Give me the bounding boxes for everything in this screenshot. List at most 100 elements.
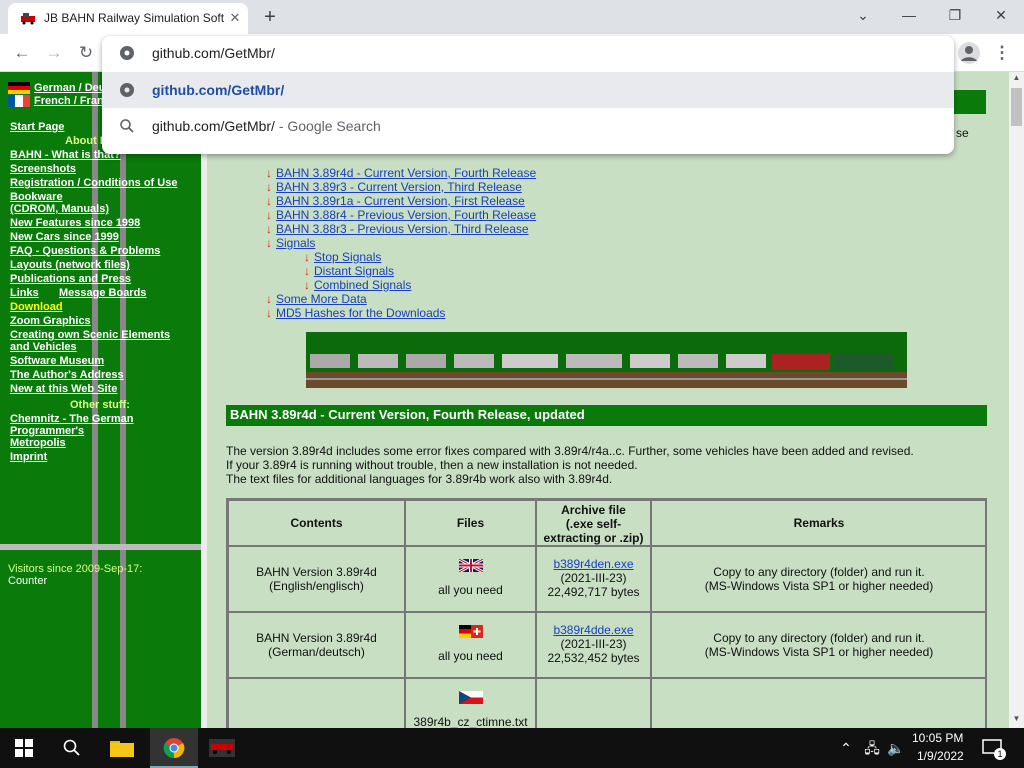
paragraph-line: The text files for additional languages … xyxy=(226,472,613,486)
toc-link[interactable]: ↓ MD5 Hashes for the Downloads xyxy=(266,306,445,320)
column-header-files: Files xyxy=(405,500,536,546)
column-header-remarks: Remarks xyxy=(651,500,987,546)
toc-link[interactable]: ↓ BAHN 3.88r3 - Previous Version, Third R… xyxy=(266,222,529,236)
tab-title: JB BAHN Railway Simulation Software xyxy=(44,11,224,25)
globe-icon xyxy=(120,46,134,60)
volume-icon[interactable]: 🔈 xyxy=(884,728,908,768)
sidebar-item-chemnitz[interactable]: Chemnitz - The German xyxy=(10,413,133,425)
forward-arrow-icon[interactable]: → xyxy=(42,41,66,65)
table-cell-contents xyxy=(228,678,405,728)
show-hidden-icons-chevron-icon[interactable]: ⌃ xyxy=(834,728,858,768)
suggestion-url[interactable]: github.com/GetMbr/ xyxy=(102,72,954,108)
table-cell-archive xyxy=(536,678,651,728)
sidebar-item-screenshots[interactable]: Screenshots xyxy=(10,163,76,175)
reload-icon[interactable]: ↻ xyxy=(74,41,98,65)
paragraph-line: The version 3.89r4d includes some error … xyxy=(226,444,914,458)
table-cell-files: all you need xyxy=(405,612,536,678)
suggestion-url-text: github.com/GetMbr/ xyxy=(152,82,285,98)
sidebar-item-links[interactable]: Links xyxy=(10,287,39,299)
sidebar-item-chemnitz-2[interactable]: Programmer's xyxy=(10,425,84,437)
sidebar-item-start-page[interactable]: Start Page xyxy=(10,121,64,133)
notification-icon[interactable]: 1 xyxy=(976,728,1008,768)
clock-date[interactable]: 1/9/2022 xyxy=(917,749,964,763)
toc-link[interactable]: ↓ Some More Data xyxy=(266,292,367,306)
sidebar-item-scenic-sub[interactable]: and Vehicles xyxy=(10,341,77,353)
sidebar-item-message-boards[interactable]: Message Boards xyxy=(59,287,146,299)
train-banner-image xyxy=(306,332,907,388)
profile-avatar-icon[interactable] xyxy=(958,42,980,64)
bahn-app-icon[interactable] xyxy=(198,728,246,768)
toc-link[interactable]: ↓ BAHN 3.89r4d - Current Version, Fourth … xyxy=(266,166,536,180)
download-link[interactable]: b389r4dde.exe xyxy=(553,623,633,637)
table-cell-remarks: Copy to any directory (folder) and run i… xyxy=(651,546,987,612)
file-explorer-icon[interactable] xyxy=(98,728,146,768)
scrollbar-thumb[interactable] xyxy=(1011,88,1022,126)
minimize-button[interactable]: — xyxy=(886,0,932,30)
partial-text: se xyxy=(956,126,969,140)
new-tab-button[interactable]: + xyxy=(258,6,282,28)
other-heading: Other stuff: xyxy=(70,399,130,411)
sidebar-divider xyxy=(0,544,201,550)
table-cell-archive: b389r4dde.exe (2021-III-23) 22,532,452 by… xyxy=(536,612,651,678)
sidebar-item-bookware[interactable]: Bookware xyxy=(10,191,63,203)
table-cell-contents: BAHN Version 3.89r4d (German/deutsch) xyxy=(228,612,405,678)
train-favicon-icon xyxy=(21,13,35,25)
czech-flag-icon xyxy=(458,691,483,704)
sidebar-item-chemnitz-3[interactable]: Metropolis xyxy=(10,437,66,449)
sidebar-item-registration[interactable]: Registration / Conditions of Use xyxy=(10,177,177,189)
toc-link[interactable]: ↓ BAHN 3.89r3 - Current Version, Third Re… xyxy=(266,180,522,194)
sidebar-item-bookware-sub[interactable]: (CDROM, Manuals) xyxy=(10,203,109,215)
sidebar-item-new-cars[interactable]: New Cars since 1999 xyxy=(10,231,119,243)
tab-close-icon[interactable]: ✕ xyxy=(226,9,244,27)
close-window-button[interactable]: ✕ xyxy=(978,0,1024,30)
toc-link[interactable]: ↓ BAHN 3.89r1a - Current Version, First R… xyxy=(266,194,525,208)
table-cell-remarks xyxy=(651,678,987,728)
toc-sub-link[interactable]: ↓ Combined Signals xyxy=(304,278,411,292)
globe-icon xyxy=(120,83,134,97)
column-header-archive: Archive file (.exe self-extracting or .zi… xyxy=(536,500,651,546)
download-link[interactable]: b389r4den.exe xyxy=(553,557,633,571)
sidebar-item-new[interactable]: New at this Web Site xyxy=(10,383,117,395)
table-cell-files: all you need xyxy=(405,546,536,612)
sidebar-item-zoom[interactable]: Zoom Graphics xyxy=(10,315,91,327)
menu-kebab-icon[interactable]: ⋮ xyxy=(990,41,1014,65)
network-icon[interactable]: 🖧 xyxy=(860,728,884,768)
uk-flag-icon xyxy=(457,557,484,574)
sidebar-item-address[interactable]: The Author's Address xyxy=(10,369,124,381)
sidebar-item-scenic[interactable]: Creating own Scenic Elements xyxy=(10,329,170,341)
scroll-up-icon[interactable]: ▲ xyxy=(1010,73,1023,85)
vertical-scrollbar[interactable] xyxy=(1009,72,1024,728)
column-header-contents: Contents xyxy=(228,500,405,546)
taskbar: ⌃ 🖧 🔈 1 xyxy=(0,728,1024,768)
sidebar-item-layouts[interactable]: Layouts (network files) xyxy=(10,259,130,271)
toc-link[interactable]: ↓ Signals xyxy=(266,236,315,250)
address-bar[interactable] xyxy=(102,36,954,70)
suggestion-search[interactable]: github.com/GetMbr/ - Google Search xyxy=(102,108,954,144)
chrome-icon[interactable] xyxy=(150,728,198,768)
scroll-down-icon[interactable]: ▼ xyxy=(1010,714,1023,726)
clock-time[interactable]: 10:05 PM xyxy=(912,731,963,745)
sidebar-item-download[interactable]: Download xyxy=(10,301,63,313)
browser-tab[interactable]: JB BAHN Railway Simulation Software ✕ xyxy=(8,3,248,34)
back-arrow-icon[interactable]: ← xyxy=(10,41,34,65)
sidebar-item-museum[interactable]: Software Museum xyxy=(10,355,104,367)
downloads-table: Contents Files Archive file (.exe self-ex… xyxy=(226,498,987,728)
toc-link[interactable]: ↓ BAHN 3.88r4 - Previous Version, Fourth … xyxy=(266,208,536,222)
sidebar-item-imprint[interactable]: Imprint xyxy=(10,451,47,463)
suggestion-search-suffix: - Google Search xyxy=(274,118,381,134)
search-icon xyxy=(120,119,134,133)
table-cell-contents: BAHN Version 3.89r4d (English/englisch) xyxy=(228,546,405,612)
toc-sub-link[interactable]: ↓ Stop Signals xyxy=(304,250,381,264)
german-swiss-flag-icon xyxy=(458,625,483,638)
tab-search-icon[interactable]: ⌄ xyxy=(840,0,886,30)
maximize-button[interactable]: ❐ xyxy=(932,0,978,30)
content-edge xyxy=(201,72,207,728)
toc-sub-link[interactable]: ↓ Distant Signals xyxy=(304,264,394,278)
omnibox-dropdown: github.com/GetMbr/ github.com/GetMbr/ - … xyxy=(102,36,954,154)
address-input[interactable] xyxy=(152,42,912,64)
windows-start-icon[interactable] xyxy=(0,728,48,768)
sidebar-item-faq[interactable]: FAQ - Questions & Problems xyxy=(10,245,160,257)
sidebar-item-new-features[interactable]: New Features since 1998 xyxy=(10,217,140,229)
search-icon[interactable] xyxy=(48,728,96,768)
sidebar-item-publications[interactable]: Publications and Press xyxy=(10,273,131,285)
